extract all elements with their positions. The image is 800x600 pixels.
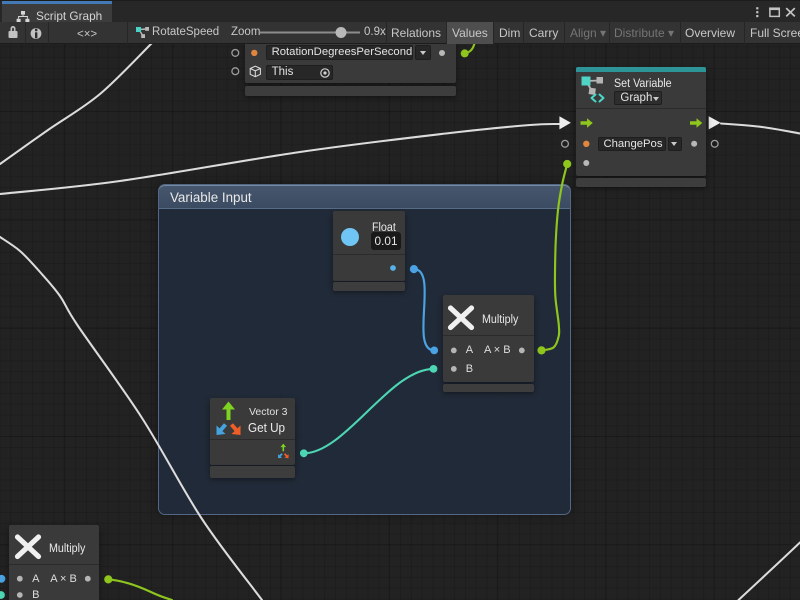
svg-text:<×>: <×>: [77, 28, 97, 40]
